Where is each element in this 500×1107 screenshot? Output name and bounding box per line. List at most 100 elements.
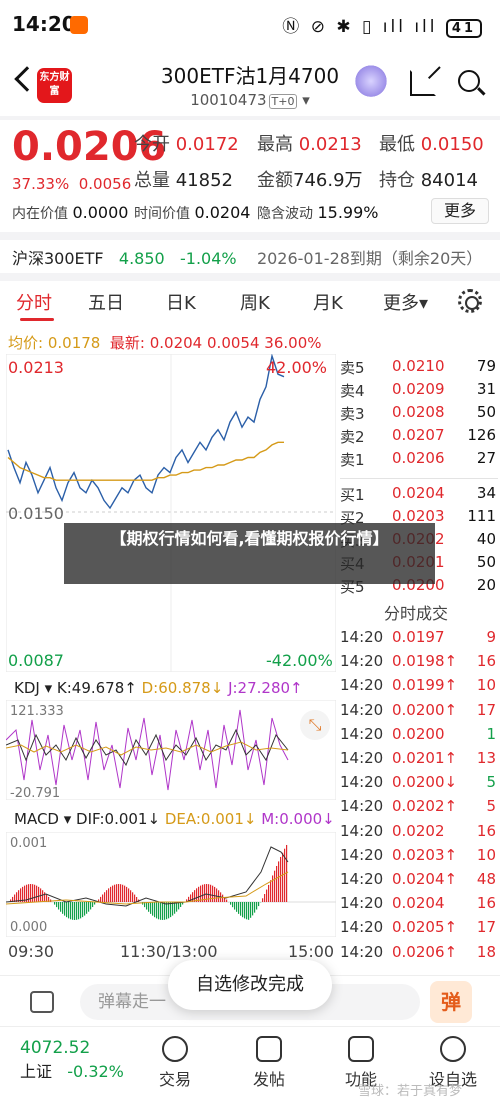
time-value: 时间价值 0.0204 (134, 203, 251, 222)
macd-bar (254, 902, 256, 913)
macd-max: 0.001 (10, 836, 48, 851)
macd-bar (250, 902, 252, 918)
macd-bar (268, 884, 270, 902)
macd-bar (154, 902, 156, 918)
macd-bar (174, 902, 176, 914)
tab-daily-k[interactable]: 日K (166, 289, 196, 315)
assistant-avatar[interactable] (352, 64, 390, 102)
tab-5day[interactable]: 五日 (88, 289, 124, 315)
order-book-row[interactable]: 卖3 0.0208 50 (340, 403, 498, 426)
tab-more[interactable]: 更多▾ (383, 289, 428, 315)
macd-bar (104, 892, 106, 902)
level-name: 卖2 (340, 428, 365, 446)
more-button[interactable]: 更多 (431, 198, 489, 224)
macd-bar (242, 902, 244, 918)
tab-indicator (20, 318, 54, 321)
article-title-banner: 【期权行情如何看,看懂期权报价行情】 (64, 523, 435, 584)
macd-bar (106, 890, 108, 902)
tick-time: 14:20 (340, 918, 384, 937)
grid-icon (348, 1036, 374, 1062)
macd-bar (214, 886, 216, 902)
order-book-row[interactable]: 卖4 0.0209 31 (340, 380, 498, 403)
danmu-button[interactable]: 弹 (430, 981, 472, 1023)
gear-icon[interactable] (458, 289, 482, 313)
option-code: 10010473 T+0 ▾ (190, 91, 310, 109)
macd-bar (196, 888, 198, 902)
divider (0, 232, 500, 240)
tick-time: 14:20 (340, 628, 384, 646)
intrinsic-value: 内在价值 0.0000 (12, 203, 129, 222)
nav-trade[interactable]: 交易 (140, 1030, 210, 1090)
tick-row: 14:20 0.0200↓ 5 (340, 773, 498, 797)
tick-row: 14:20 0.0200 1 (340, 725, 498, 749)
macd-bar (60, 902, 62, 912)
tab-intraday[interactable]: 分时 (16, 289, 52, 315)
macd-chart[interactable] (6, 832, 336, 937)
order-book-row[interactable]: 卖5 0.0210 79 (340, 357, 498, 380)
macd-bar (72, 902, 74, 920)
macd-bar (56, 902, 58, 908)
order-book-row[interactable]: 卖1 0.0206 27 (340, 449, 498, 472)
tab-weekly-k[interactable]: 周K (240, 289, 270, 315)
tick-time: 14:20 (340, 821, 384, 840)
macd-bar (168, 902, 170, 919)
macd-bar (238, 902, 240, 914)
level-name: 卖3 (340, 405, 365, 423)
tick-row: 14:20 0.0202↑ 5 (340, 797, 498, 821)
macd-bar (192, 892, 194, 902)
share-icon[interactable] (410, 70, 436, 96)
macd-bar (150, 902, 152, 914)
macd-bar (158, 902, 160, 920)
tick-time: 14:20 (340, 870, 384, 888)
order-book-row[interactable]: 卖2 0.0207 126 (340, 426, 498, 449)
macd-bar (108, 888, 110, 902)
back-icon[interactable] (14, 66, 40, 92)
macd-header[interactable]: MACD ▾ DIF:0.001↓ DEA:0.001↓ M:0.000↓ (14, 810, 335, 828)
underlying-row[interactable]: 沪深300ETF 4.850 -1.04% 2026-01-28到期（剩余20天… (12, 245, 482, 269)
tick-price: 0.0200 (392, 724, 445, 743)
tick-row: 14:20 0.0202 16 (340, 822, 498, 846)
macd-bar (132, 892, 134, 902)
tick-volume: 16 (476, 652, 496, 671)
tick-row: 14:20 0.0201↑ 13 (340, 749, 498, 773)
ticks-title[interactable]: 分时成交 (384, 600, 448, 624)
macd-bar (66, 902, 68, 918)
post-icon (256, 1036, 282, 1062)
tick-volume: 5 (486, 797, 496, 816)
macd-bar (126, 886, 128, 902)
tick-volume: 18 (476, 942, 496, 961)
level-volume: 34 (476, 484, 496, 502)
macd-bar (124, 885, 126, 902)
trade-tag: T+0 (268, 94, 298, 109)
macd-bar (116, 884, 118, 902)
chart-top-pct: 42.00% (266, 358, 328, 377)
level-price: 0.0208 (392, 403, 445, 421)
tick-time: 14:20 (340, 676, 384, 695)
macd-bar (252, 902, 254, 916)
expand-icon[interactable]: ⤡ (300, 710, 330, 740)
level-name: 卖4 (340, 382, 365, 400)
macd-bar (164, 902, 166, 920)
macd-bar (246, 902, 248, 920)
macd-bar (162, 902, 164, 920)
index-widget[interactable]: 4072.52 上证 -0.32% (20, 1038, 124, 1082)
macd-min: 0.000 (10, 920, 48, 935)
nav-post[interactable]: 发帖 (234, 1030, 304, 1090)
macd-bar (68, 902, 70, 919)
level-name: 卖1 (340, 451, 365, 469)
low-stat: 最低 0.0150 (379, 134, 484, 155)
kdj-header[interactable]: KDJ ▾ K:49.678↑ D:60.878↓ J:27.280↑ (14, 679, 303, 697)
divider (0, 116, 500, 120)
level-price: 0.0207 (392, 426, 445, 444)
tab-monthly-k[interactable]: 月K (313, 289, 343, 315)
macd-bar (216, 888, 218, 902)
tick-row: 14:20 0.0204 16 (340, 894, 498, 918)
macd-bar (114, 884, 116, 902)
macd-bar (278, 861, 280, 902)
macd-bar (30, 884, 32, 902)
danmu-toggle-icon[interactable] (30, 991, 54, 1013)
level-volume: 126 (467, 426, 496, 444)
order-book-row[interactable]: 买1 0.0204 34 (340, 484, 498, 507)
macd-bar (276, 865, 278, 902)
search-icon[interactable] (458, 70, 480, 92)
